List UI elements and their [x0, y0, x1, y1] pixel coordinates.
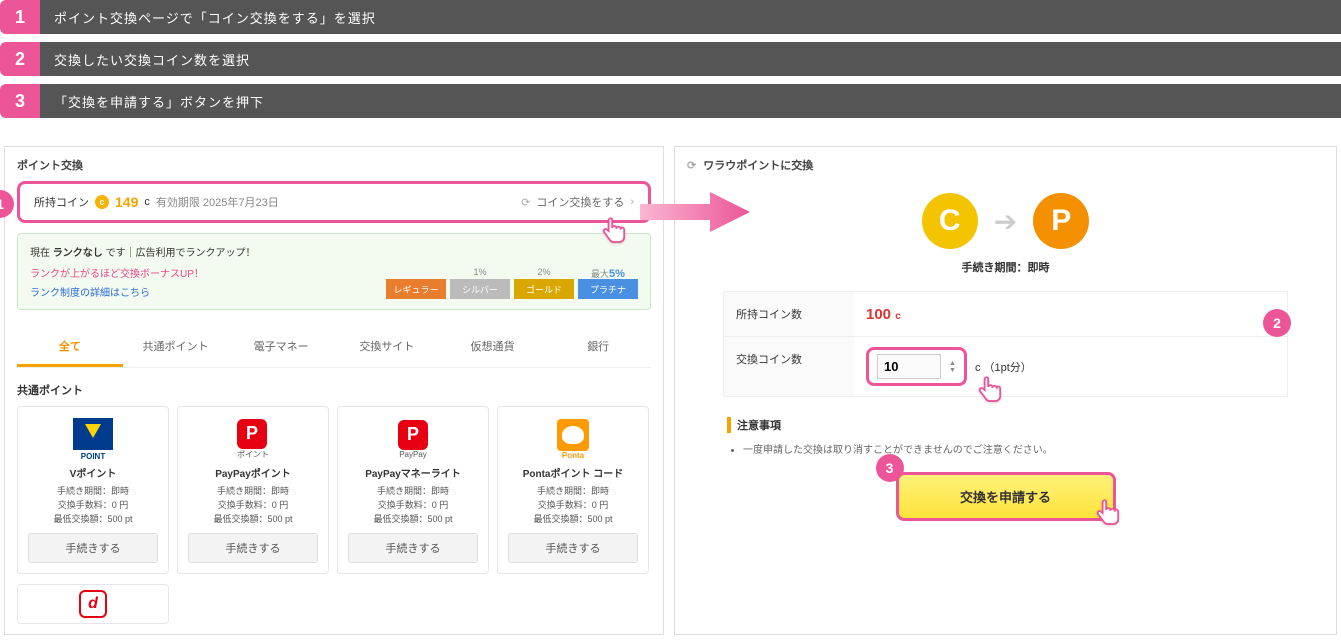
coin-exchange-label: コイン交換をする — [536, 194, 624, 210]
step-number: 3 — [0, 84, 40, 118]
card-min: 最低交換額：500 pt — [508, 512, 638, 525]
tab-common-points[interactable]: 共通ポイント — [123, 328, 229, 367]
section-title-common-points: 共通ポイント — [17, 382, 651, 398]
step-text: ポイント交換ページで「コイン交換をする」を選択 — [40, 0, 1341, 34]
card-min: 最低交換額：500 pt — [348, 512, 478, 525]
coin-amount-input[interactable] — [877, 354, 941, 379]
processing-time-label: 手続き期間：即時 — [687, 259, 1324, 275]
card-fee: 交換手数料：0 円 — [188, 498, 318, 511]
stepper-arrows-icon[interactable]: ▲▼ — [949, 360, 956, 374]
step-list: 1 ポイント交換ページで「コイン交換をする」を選択 2 交換したい交換コイン数を… — [0, 0, 1341, 146]
card-title: Vポイント — [28, 465, 158, 480]
point-p-icon: P — [1033, 193, 1089, 249]
category-tabs: 全て 共通ポイント 電子マネー 交換サイト 仮想通貨 銀行 — [17, 328, 651, 368]
coin-to-point-graphic: C ➔ P — [687, 193, 1324, 249]
rank-platinum: 最大5%プラチナ — [578, 279, 638, 299]
rank-regular: レギュラー — [386, 279, 446, 299]
tab-crypto[interactable]: 仮想通貨 — [440, 328, 546, 367]
panel-title: ⟳ ワラウポイントに交換 — [687, 157, 1324, 173]
step-2: 2 交換したい交換コイン数を選択 — [0, 42, 1341, 76]
panel-warau-exchange: ⟳ ワラウポイントに交換 C ➔ P 手続き期間：即時 所持コイン数 100 c… — [674, 146, 1337, 635]
step-text: 交換したい交換コイン数を選択 — [40, 42, 1341, 76]
card-title: PayPayマネーライト — [348, 465, 478, 480]
tab-bank[interactable]: 銀行 — [545, 328, 651, 367]
refresh-icon: ⟳ — [687, 160, 696, 172]
paypay-logo-icon: Pポイント — [188, 417, 318, 461]
balance-expiry: 有効期限 2025年7月23日 — [156, 194, 279, 210]
refresh-icon: ⟳ — [521, 196, 530, 209]
pointer-hand-icon — [974, 373, 1008, 407]
rank-status-text: 現在 ランクなし です｜広告利用でランクアップ！ — [30, 244, 638, 259]
exchange-info-table: 所持コイン数 100 c 交換コイン数 2 ▲▼ c （1pt分） — [723, 291, 1288, 397]
callout-badge-1-icon: 1 — [0, 190, 14, 218]
exchange-card-list: POINT Vポイント 手続き期間：即時 交換手数料：0 円 最低交換額：500… — [17, 406, 651, 574]
card-vpoint: POINT Vポイント 手続き期間：即時 交換手数料：0 円 最低交換額：500… — [17, 406, 169, 574]
callout-badge-3-icon: 3 — [876, 454, 904, 482]
coin-c-icon: C — [922, 193, 978, 249]
card-period: 手続き期間：即時 — [28, 484, 158, 497]
tab-exchange-sites[interactable]: 交換サイト — [334, 328, 440, 367]
tab-emoney[interactable]: 電子マネー — [228, 328, 334, 367]
card-title: PayPayポイント — [188, 465, 318, 480]
notice-item: 一度申請した交換は取り消すことができませんのでご注意ください。 — [743, 441, 1284, 456]
card-proceed-button[interactable]: 手続きする — [188, 533, 318, 563]
card-fee: 交換手数料：0 円 — [28, 498, 158, 511]
step-3: 3 「交換を申請する」ボタンを押下 — [0, 84, 1341, 118]
pointer-hand-icon — [598, 214, 632, 248]
paypay-logo-icon: PPayPay — [348, 417, 478, 461]
rank-tier-bars: レギュラー 1%シルバー 2%ゴールド 最大5%プラチナ — [386, 279, 638, 299]
balance-label: 所持コイン — [34, 194, 89, 210]
chevron-right-icon: › — [630, 196, 634, 208]
card-fee: 交換手数料：0 円 — [508, 498, 638, 511]
rank-info-box: 現在 ランクなし です｜広告利用でランクアップ！ ランクが上がるほど交換ボーナス… — [17, 233, 651, 310]
ponta-logo-icon: Ponta — [508, 417, 638, 461]
owned-coins-label: 所持コイン数 — [724, 292, 854, 336]
flow-arrow-icon — [640, 192, 750, 232]
rank-silver: 1%シルバー — [450, 279, 510, 299]
card-title: Pontaポイント コード — [508, 465, 638, 480]
owned-coins-value: 100 c — [866, 306, 901, 323]
card-period: 手続き期間：即時 — [188, 484, 318, 497]
exchange-coins-label: 交換コイン数 — [724, 337, 854, 396]
notice-section: 注意事項 一度申請した交換は取り消すことができませんのでご注意ください。 — [727, 417, 1284, 456]
coin-exchange-link[interactable]: ⟳ コイン交換をする › — [521, 194, 634, 210]
panel-point-exchange: ポイント交換 1 所持コイン c 149 c 有効期限 2025年7月23日 ⟳… — [4, 146, 664, 635]
card-paypay-point: Pポイント PayPayポイント 手続き期間：即時 交換手数料：0 円 最低交換… — [177, 406, 329, 574]
step-number: 2 — [0, 42, 40, 76]
tab-all[interactable]: 全て — [17, 328, 123, 367]
step-text: 「交換を申請する」ボタンを押下 — [40, 84, 1341, 118]
card-min: 最低交換額：500 pt — [28, 512, 158, 525]
rank-gold: 2%ゴールド — [514, 279, 574, 299]
callout-badge-2-icon: 2 — [1263, 309, 1291, 337]
dpoint-logo-icon: d — [79, 590, 107, 618]
card-fee: 交換手数料：0 円 — [348, 498, 478, 511]
balance-bar[interactable]: 1 所持コイン c 149 c 有効期限 2025年7月23日 ⟳ コイン交換を… — [17, 181, 651, 223]
card-paypay-money: PPayPay PayPayマネーライト 手続き期間：即時 交換手数料：0 円 … — [337, 406, 489, 574]
card-period: 手続き期間：即時 — [508, 484, 638, 497]
panel-title: ポイント交換 — [17, 157, 651, 173]
card-dpoint[interactable]: d — [17, 584, 169, 624]
coin-icon: c — [95, 195, 109, 209]
vpoint-logo-icon: POINT — [28, 417, 158, 461]
pointer-hand-icon — [1092, 496, 1126, 530]
card-proceed-button[interactable]: 手続きする — [508, 533, 638, 563]
apply-exchange-button[interactable]: 交換を申請する — [896, 472, 1116, 521]
notice-title: 注意事項 — [727, 417, 1284, 433]
card-min: 最低交換額：500 pt — [188, 512, 318, 525]
rank-detail-link[interactable]: ランク制度の詳細はこちら — [30, 284, 204, 299]
balance-amount: 149 — [115, 194, 138, 210]
card-proceed-button[interactable]: 手続きする — [28, 533, 158, 563]
rank-bonus-text: ランクが上がるほど交換ボーナスUP！ — [30, 265, 204, 280]
step-1: 1 ポイント交換ページで「コイン交換をする」を選択 — [0, 0, 1341, 34]
arrow-right-icon: ➔ — [994, 205, 1017, 238]
card-period: 手続き期間：即時 — [348, 484, 478, 497]
coin-amount-stepper[interactable]: ▲▼ — [866, 347, 967, 386]
card-ponta: Ponta Pontaポイント コード 手続き期間：即時 交換手数料：0 円 最… — [497, 406, 649, 574]
card-proceed-button[interactable]: 手続きする — [348, 533, 478, 563]
balance-unit: c — [144, 196, 150, 208]
step-number: 1 — [0, 0, 40, 34]
